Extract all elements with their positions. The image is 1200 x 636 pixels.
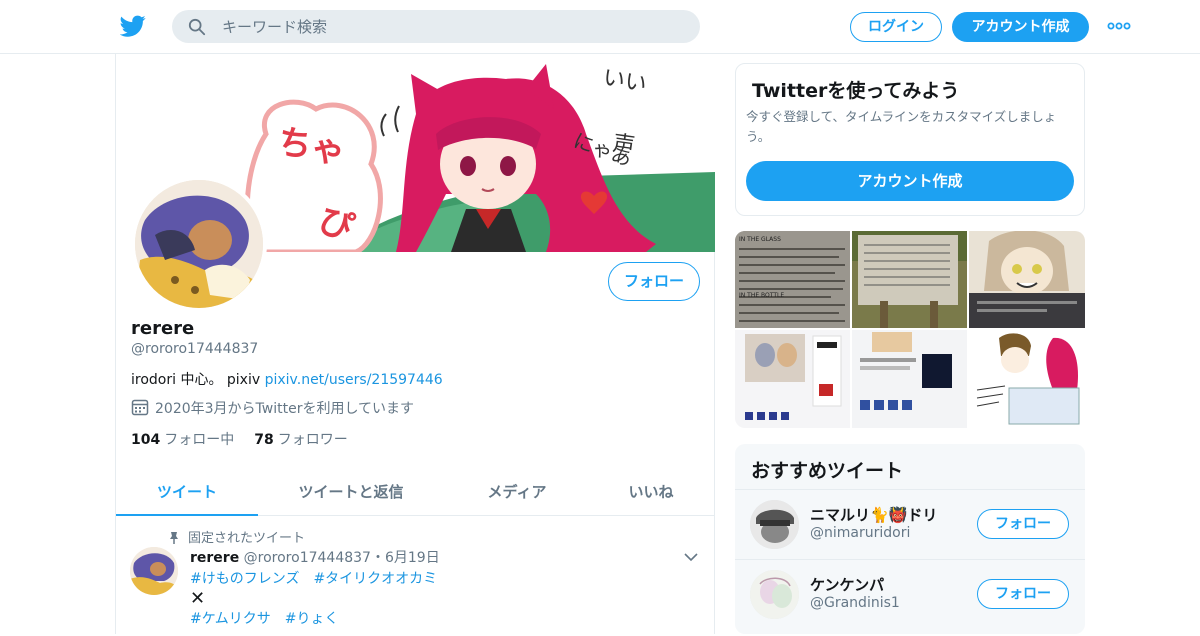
profile-avatar[interactable] — [131, 176, 267, 312]
tweet-author-handle[interactable]: @rororo17444837 — [244, 550, 371, 566]
tweet-cross-mark: ✕ — [190, 588, 206, 609]
following-stat[interactable]: 104 フォロー中 — [131, 432, 234, 448]
profile-name: rerere — [131, 318, 195, 339]
recommend-avatar[interactable] — [750, 500, 799, 549]
followers-count: 78 — [254, 432, 274, 448]
pin-icon — [170, 532, 178, 544]
recommend-handle[interactable]: @Grandinis1 — [810, 595, 900, 611]
calendar-icon — [131, 399, 149, 416]
signup-card: Twitterを使ってみよう 今すぐ登録して、タイムラインをカスタマイズしましょ… — [735, 63, 1085, 216]
signup-card-description: 今すぐ登録して、タイムラインをカスタマイズしましょう。 — [746, 109, 1057, 144]
follow-button[interactable]: フォロー — [608, 262, 700, 301]
pinned-indicator: 固定されたツイート — [168, 527, 305, 546]
search-box[interactable] — [172, 10, 700, 43]
media-thumb-4[interactable] — [735, 330, 850, 428]
recommend-follow-button[interactable]: フォロー — [977, 509, 1069, 539]
profile-joined: 2020年3月からTwitterを利用しています — [131, 398, 414, 418]
recommend-name[interactable]: ニマルリ🐈👹ドリ — [810, 504, 937, 525]
recommend-item[interactable]: ニマルリ🐈👹ドリ @nimaruridori フォロー — [735, 489, 1085, 559]
media-thumb-1-image: IN THE GLASS IN THE BOTTLE — [735, 231, 850, 328]
tweet-hashtags-line2[interactable]: #ケムリクサ #りょく — [190, 608, 338, 628]
signup-button[interactable]: アカウント作成 — [952, 12, 1089, 42]
media-thumb-2[interactable] — [852, 231, 967, 328]
search-icon — [188, 18, 206, 36]
media-thumb-3[interactable] — [969, 231, 1085, 328]
following-count: 104 — [131, 432, 161, 448]
login-button[interactable]: ログイン — [850, 12, 942, 42]
media-thumb-2-image — [852, 231, 967, 328]
recommended-accounts: おすすめツイート ニマルリ🐈👹ドリ @nimaruridori フォロー ケンケ… — [735, 444, 1085, 634]
recommend-avatar-1-image — [750, 500, 799, 549]
top-navigation-bar: ログイン アカウント作成 — [0, 0, 1200, 54]
chevron-down-icon[interactable] — [684, 552, 698, 562]
tab-media[interactable]: メディア — [456, 468, 578, 516]
media-thumb-4-image — [735, 330, 850, 428]
media-thumb-5[interactable] — [852, 330, 967, 428]
signup-card-button[interactable]: アカウント作成 — [746, 161, 1074, 201]
media-thumb-6-image — [969, 330, 1085, 428]
recommend-title: おすすめツイート — [751, 460, 904, 482]
avatar-illustration — [135, 180, 263, 308]
profile-column: ちゃ ぴ いい 声 にゃあ フォロー rerere @rororo1744483… — [115, 54, 715, 634]
recommend-avatar-2-image — [750, 570, 799, 619]
pinned-label: 固定されたツイート — [188, 531, 306, 546]
pinned-tweet[interactable]: 固定されたツイート rerere @rororo17444837・6月19日 #… — [116, 516, 715, 636]
bio-text: irodori 中心。 pixiv — [131, 372, 265, 388]
joined-text: 2020年3月からTwitterを利用しています — [155, 401, 415, 417]
tab-likes[interactable]: いいね — [596, 468, 706, 516]
tab-tweets[interactable]: ツイート — [116, 468, 258, 516]
media-thumb-3-image — [969, 231, 1085, 328]
recommend-handle[interactable]: @nimaruridori — [810, 525, 910, 541]
media-thumb-5-image — [852, 330, 967, 428]
following-label: フォロー中 — [164, 432, 235, 448]
profile-bio: irodori 中心。 pixiv pixiv.net/users/215974… — [131, 369, 443, 389]
media-label-bottle: IN THE BOTTLE — [739, 292, 784, 299]
profile-handle: @rororo17444837 — [131, 341, 259, 357]
signup-card-title: Twitterを使ってみよう — [752, 80, 960, 102]
tweet-separator: ・ — [370, 550, 385, 566]
recommend-avatar[interactable] — [750, 570, 799, 619]
tweet-date[interactable]: 6月19日 — [385, 550, 440, 566]
more-options-icon[interactable] — [1107, 18, 1131, 34]
followers-stat[interactable]: 78 フォロワー — [254, 432, 347, 448]
recommend-item[interactable]: ケンケンパ @Grandinis1 フォロー — [735, 559, 1085, 629]
followers-label: フォロワー — [277, 432, 348, 448]
profile-stats: 104 フォロー中 78 フォロワー — [131, 429, 348, 449]
tweet-header: rerere @rororo17444837・6月19日 — [190, 547, 440, 567]
tweet-avatar[interactable] — [130, 547, 178, 595]
media-label-glass: IN THE GLASS — [739, 236, 781, 243]
bio-link[interactable]: pixiv.net/users/21597446 — [265, 372, 443, 388]
media-thumb-1[interactable]: IN THE GLASS IN THE BOTTLE — [735, 231, 850, 328]
profile-tabs: ツイート ツイートと返信 メディア いいね — [116, 468, 715, 516]
tab-tweets-replies[interactable]: ツイートと返信 — [281, 468, 421, 516]
twitter-logo-icon[interactable] — [120, 13, 146, 39]
tweet-hashtags-line1[interactable]: #けものフレンズ #タイリクオオカミ — [190, 568, 437, 588]
media-grid: IN THE GLASS IN THE BOTTLE — [735, 231, 1085, 428]
tweet-author-name[interactable]: rerere — [190, 550, 239, 566]
recommend-name[interactable]: ケンケンパ — [810, 574, 884, 595]
search-input[interactable] — [222, 10, 682, 43]
tweet-avatar-illustration — [130, 547, 178, 595]
media-thumb-6[interactable] — [969, 330, 1085, 428]
recommend-follow-button[interactable]: フォロー — [977, 579, 1069, 609]
